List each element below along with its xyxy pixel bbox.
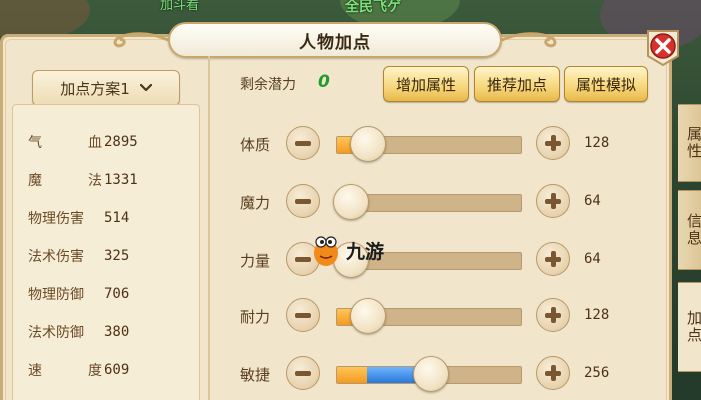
stat-name: 法术防御 <box>28 322 102 342</box>
minus-icon <box>295 312 311 318</box>
plus-icon <box>545 193 561 209</box>
stat-value: 325 <box>104 248 130 264</box>
decrease-button[interactable] <box>286 356 320 390</box>
stat-name: 魔法 <box>28 170 102 190</box>
attribute-value: 256 <box>584 365 610 381</box>
stat-name-part: 物理伤害 <box>28 211 84 227</box>
decrease-button[interactable] <box>286 126 320 160</box>
stat-value: 609 <box>104 362 130 378</box>
stat-name: 速度 <box>28 360 102 380</box>
watermark: 九游 <box>308 232 384 268</box>
stat-name: 物理防御 <box>28 284 102 304</box>
stat-value: 514 <box>104 210 130 226</box>
attribute-row: 敏捷 256 <box>240 354 640 394</box>
stat-name-part: 魔 <box>28 173 42 189</box>
attribute-value: 64 <box>584 193 601 209</box>
world-label-left: 加斗看 <box>160 0 200 13</box>
slider-handle[interactable] <box>412 356 449 392</box>
increase-button[interactable] <box>536 126 570 160</box>
attribute-value: 128 <box>584 307 610 323</box>
watermark-text: 九游 <box>346 240 385 263</box>
attribute-row: 魔力 64 <box>240 182 640 222</box>
slider-handle[interactable] <box>332 184 369 220</box>
stat-row: 物理防御 706 <box>28 282 188 306</box>
title-scroll-ornament-left <box>113 32 169 48</box>
recommend-points-button[interactable]: 推荐加点 <box>474 66 560 102</box>
side-tab-label: 加点 <box>685 310 701 344</box>
stat-row: 气血 2895 <box>28 130 188 154</box>
mascot-icon <box>314 236 338 266</box>
title-scroll-ornament-right <box>501 32 557 48</box>
attribute-name: 体质 <box>240 136 271 154</box>
attribute-name: 魔力 <box>240 194 271 212</box>
slider-fill-base <box>337 367 367 383</box>
stat-row: 魔法 1331 <box>28 168 188 192</box>
attribute-name: 敏捷 <box>240 366 271 384</box>
column-divider <box>208 56 210 400</box>
stat-name: 气血 <box>28 132 102 152</box>
stat-name-part: 物理防御 <box>28 287 84 303</box>
minus-icon <box>295 198 311 204</box>
slider-handle[interactable] <box>349 298 386 334</box>
stat-row: 法术防御 380 <box>28 320 188 344</box>
stat-row: 物理伤害 514 <box>28 206 188 230</box>
page-title: 人物加点 <box>299 32 371 53</box>
minus-icon <box>295 140 311 146</box>
stat-value: 1331 <box>104 172 138 188</box>
slider-handle[interactable] <box>349 126 386 162</box>
increase-button[interactable] <box>536 242 570 276</box>
stat-row: 速度 609 <box>28 358 188 382</box>
attribute-row: 体质 128 <box>240 124 640 164</box>
stat-name-part: 法 <box>88 173 102 189</box>
stat-row: 法术伤害 325 <box>28 244 188 268</box>
attribute-name: 耐力 <box>240 308 271 326</box>
stat-name: 物理伤害 <box>28 208 102 228</box>
attribute-value: 64 <box>584 251 601 267</box>
side-tab-label: 属性 <box>685 126 701 160</box>
increase-button[interactable] <box>536 298 570 332</box>
increase-button[interactable] <box>536 184 570 218</box>
side-tab-info[interactable]: 信息 <box>678 190 701 270</box>
decrease-button[interactable] <box>286 298 320 332</box>
plus-icon <box>545 307 561 323</box>
world-label-top: 全民飞ゲ <box>345 0 401 15</box>
plus-icon <box>545 135 561 151</box>
attribute-row: 力量 64 <box>240 240 640 280</box>
close-icon[interactable] <box>644 28 682 68</box>
stat-value: 380 <box>104 324 130 340</box>
scheme-label: 加点方案1 <box>60 79 130 98</box>
stat-name-part: 气 <box>28 135 42 151</box>
attribute-value: 128 <box>584 135 610 151</box>
stat-name-part: 法术伤害 <box>28 249 84 265</box>
stat-name-part: 法术防御 <box>28 325 84 341</box>
stat-value: 706 <box>104 286 130 302</box>
stat-name: 法术伤害 <box>28 246 102 266</box>
chevron-down-icon <box>139 84 152 92</box>
minus-icon <box>295 370 311 376</box>
stat-name-part: 血 <box>88 135 102 151</box>
attribute-name: 力量 <box>240 252 271 270</box>
side-tab-attributes[interactable]: 属性 <box>678 104 701 182</box>
side-tab-points[interactable]: 加点 <box>678 282 701 372</box>
points-scheme-dropdown[interactable]: 加点方案1 <box>32 70 180 106</box>
plus-icon <box>545 365 561 381</box>
potential-label: 剩余潜力 <box>240 77 296 93</box>
title-banner: 人物加点 <box>168 22 502 58</box>
stat-name-part: 度 <box>88 363 102 379</box>
side-tab-label: 信息 <box>685 213 701 247</box>
stat-name-part: 速 <box>28 363 42 379</box>
stat-value: 2895 <box>104 134 138 150</box>
decrease-button[interactable] <box>286 184 320 218</box>
plus-icon <box>545 251 561 267</box>
potential-value: 0 <box>318 72 330 92</box>
increase-button[interactable] <box>536 356 570 390</box>
add-attribute-button[interactable]: 增加属性 <box>383 66 469 102</box>
attribute-row: 耐力 128 <box>240 296 640 336</box>
attribute-simulate-button[interactable]: 属性模拟 <box>564 66 648 102</box>
